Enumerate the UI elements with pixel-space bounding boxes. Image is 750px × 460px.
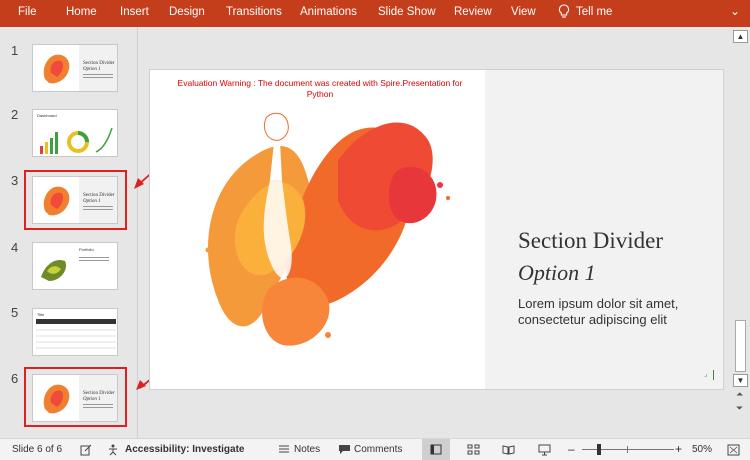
thumb-number-2: 2 — [11, 107, 19, 122]
zoom-slider-center-tick — [627, 446, 628, 453]
arrow-head-slide-6 — [136, 380, 146, 390]
slide-thumbnail-5[interactable]: Title — [32, 308, 118, 356]
notes-icon[interactable] — [278, 444, 290, 458]
slide-thumbnail-4[interactable]: Portfolio — [32, 242, 118, 290]
thumb-number-4: 4 — [11, 240, 19, 255]
tab-animations[interactable]: Animations — [300, 6, 357, 18]
next-slide-icon[interactable]: ⏷ — [736, 403, 743, 414]
dashboard-charts-icon — [40, 127, 113, 154]
tab-insert[interactable]: Insert — [120, 6, 149, 18]
tab-file[interactable]: File — [18, 6, 37, 18]
slide-sorter-icon[interactable] — [467, 444, 480, 458]
tab-home[interactable]: Home — [66, 6, 97, 18]
ribbon-tab-bar: File Home Insert Design Transitions Anim… — [0, 0, 750, 27]
scroll-down-button[interactable]: ▼ — [733, 374, 748, 387]
resize-handle-icon[interactable]: ⌟ — [704, 370, 714, 380]
comments-icon[interactable] — [338, 444, 351, 458]
highlight-box-slide-6 — [24, 367, 127, 427]
zoom-level[interactable]: 50% — [692, 444, 712, 455]
tell-me-search[interactable]: Tell me — [558, 4, 612, 19]
tab-view[interactable]: View — [511, 6, 536, 18]
scroll-thumb[interactable] — [735, 320, 746, 372]
slide-body-text[interactable]: Lorem ipsum dolor sit amet, consectetur … — [518, 296, 718, 328]
normal-view-button[interactable] — [422, 439, 450, 460]
collapse-ribbon-icon[interactable]: ⌄ — [730, 4, 740, 18]
tab-transitions[interactable]: Transitions — [226, 6, 282, 18]
comments-button[interactable]: Comments — [354, 444, 402, 455]
zoom-slider-track[interactable] — [582, 449, 674, 450]
tab-design[interactable]: Design — [169, 6, 205, 18]
tab-review[interactable]: Review — [454, 6, 492, 18]
zoom-out-button[interactable]: – — [568, 442, 575, 456]
tab-slide-show[interactable]: Slide Show — [378, 6, 436, 18]
normal-view-icon — [430, 444, 442, 455]
slide-subtitle[interactable]: Option 1 — [518, 260, 596, 286]
tell-me-label: Tell me — [576, 5, 613, 18]
fit-to-window-icon[interactable] — [727, 444, 740, 459]
thumb-body-lines — [79, 257, 109, 258]
lightbulb-icon — [558, 4, 570, 18]
slide-show-icon[interactable] — [538, 444, 551, 459]
slide-counter: Slide 6 of 6 — [12, 444, 63, 455]
splash-art-icon — [43, 54, 70, 84]
reading-view-icon[interactable] — [502, 444, 515, 458]
accessibility-status[interactable]: Accessibility: Investigate — [125, 444, 245, 455]
table-icon — [36, 319, 116, 349]
slide-title[interactable]: Section Divider — [518, 228, 663, 254]
thumb-subtitle: Option 1 — [83, 67, 101, 72]
thumb-title: Section Divider — [83, 61, 115, 66]
zoom-slider-knob[interactable] — [597, 444, 601, 455]
slide-thumbnail-2[interactable]: Dashboard — [32, 109, 118, 157]
slide-canvas[interactable]: Evaluation Warning : The document was cr… — [149, 69, 724, 390]
plant-image-icon — [41, 259, 67, 281]
spell-check-icon[interactable] — [80, 444, 92, 459]
thumb-number-6: 6 — [11, 371, 19, 386]
highlight-box-slide-3 — [24, 170, 127, 230]
thumb-title: Portfolio — [79, 247, 94, 252]
thumb-number-5: 5 — [11, 305, 19, 320]
thumb-title: Title — [37, 312, 45, 317]
thumb-number-1: 1 — [11, 43, 19, 58]
evaluation-warning-text: Evaluation Warning : The document was cr… — [177, 78, 463, 99]
dancer-splash-art — [205, 112, 450, 346]
previous-slide-icon[interactable]: ⏶ — [736, 389, 743, 400]
slide-thumbnail-1[interactable]: Section Divider Option 1 — [32, 44, 118, 92]
accessibility-icon[interactable] — [107, 444, 121, 459]
notes-button[interactable]: Notes — [294, 444, 320, 455]
thumb-number-3: 3 — [11, 173, 19, 188]
scroll-up-button[interactable]: ▲ — [733, 30, 748, 43]
arrow-head-slide-3 — [134, 178, 144, 189]
thumb-body-lines — [83, 74, 113, 75]
zoom-in-button[interactable]: + — [675, 442, 682, 456]
status-bar: Slide 6 of 6 Accessibility: Investigate … — [0, 438, 750, 460]
